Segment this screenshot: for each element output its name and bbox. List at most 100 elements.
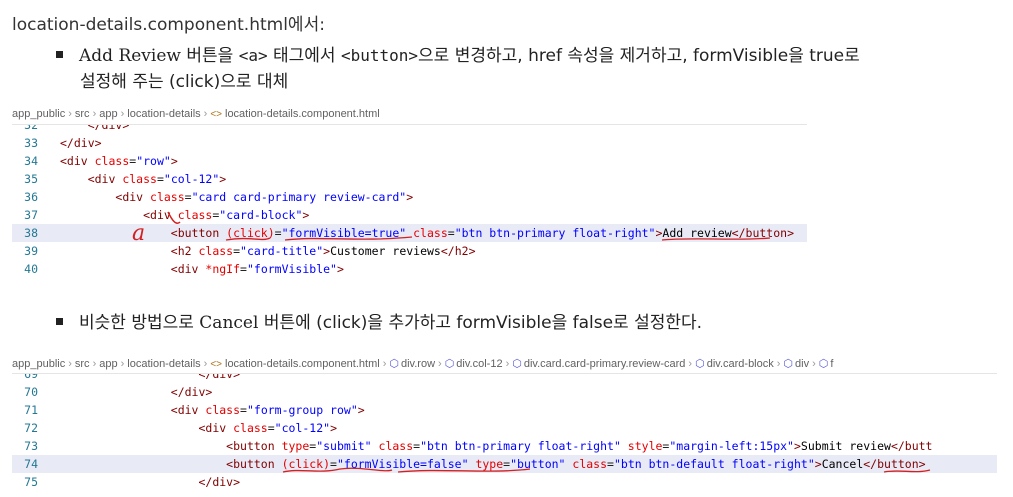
- breadcrumb-separator: ›: [120, 108, 125, 120]
- breadcrumb-item[interactable]: location-details.component.html: [225, 358, 380, 370]
- bullet1-line2: 설정해 주는 (click)으로 대체: [80, 72, 289, 92]
- code-text: <button (click)="formVisible=true" class…: [170, 226, 794, 240]
- element-icon: ⬡: [512, 358, 522, 370]
- code-text: <div class="col-12">: [198, 421, 337, 435]
- code-line[interactable]: 32 </div>: [12, 125, 807, 134]
- bullet2-text-1: 비슷한 방법으로: [79, 313, 200, 333]
- breadcrumb-item[interactable]: div.row: [401, 358, 435, 370]
- code-text: <div class="card-block">: [143, 208, 310, 222]
- code-text: </div>: [60, 136, 102, 150]
- breadcrumb-item[interactable]: src: [75, 358, 90, 370]
- code-line[interactable]: 36 <div class="card card-primary review-…: [12, 188, 807, 206]
- html-file-icon: <>: [210, 359, 222, 370]
- breadcrumb-separator: ›: [688, 358, 693, 370]
- code-text: <div class="form-group row">: [170, 403, 365, 417]
- breadcrumb-separator: ›: [203, 358, 208, 370]
- add-review-term: Add Review: [79, 46, 181, 66]
- breadcrumb-separator: ›: [812, 358, 816, 370]
- breadcrumb-item[interactable]: location-details.component.html: [225, 108, 380, 120]
- breadcrumb-item[interactable]: app: [99, 108, 117, 120]
- code-line[interactable]: 35 <div class="col-12">: [12, 170, 807, 188]
- bullet1-text-3: 으로 변경하고, href 속성을 제거하고, formVisible을 tru…: [418, 46, 860, 66]
- element-icon: ⬡: [783, 358, 794, 370]
- code-text: <button type="submit" class="btn btn-pri…: [226, 439, 933, 453]
- code-text: <button (click)="formVisible=false" type…: [226, 457, 926, 471]
- code-line[interactable]: 73 <button type="submit" class="btn btn-…: [12, 437, 997, 455]
- line-number: 36: [24, 190, 38, 204]
- breadcrumb-separator: ›: [203, 108, 208, 120]
- button-tag-code: <button>: [340, 46, 419, 65]
- breadcrumb-item[interactable]: app_public: [12, 108, 65, 120]
- line-number: 71: [24, 403, 38, 417]
- code-line[interactable]: 39 <h2 class="card-title">Customer revie…: [12, 242, 807, 260]
- code-text: </div>: [198, 374, 241, 381]
- breadcrumb-item[interactable]: app: [99, 358, 117, 370]
- code-line[interactable]: 69 </div>: [12, 374, 997, 383]
- line-number: 70: [24, 385, 38, 399]
- code-line[interactable]: 71 <div class="form-group row">: [12, 401, 997, 419]
- code-text: <h2 class="card-title">Customer reviews<…: [170, 244, 476, 258]
- code-text: </div>: [170, 385, 213, 399]
- code-line[interactable]: 74 <button (click)="formVisible=false" t…: [12, 455, 997, 473]
- breadcrumb-separator: ›: [92, 108, 97, 120]
- line-number: 37: [24, 208, 38, 222]
- code-line[interactable]: 37 <div class="card-block">: [12, 206, 807, 224]
- html-file-icon: <>: [210, 109, 222, 120]
- breadcrumb-item[interactable]: location-details: [127, 358, 200, 370]
- breadcrumb-separator: ›: [505, 358, 510, 370]
- breadcrumb-item[interactable]: f: [830, 358, 833, 370]
- line-number: 74: [24, 457, 38, 471]
- code-line[interactable]: 34 <div class="row">: [12, 152, 807, 170]
- breadcrumb-separator: ›: [382, 358, 387, 370]
- breadcrumb-item[interactable]: app_public: [12, 358, 65, 370]
- breadcrumb-separator: ›: [68, 108, 72, 120]
- square-bullet-icon: [56, 317, 63, 325]
- line-number: 75: [24, 475, 38, 489]
- breadcrumb-separator: ›: [776, 358, 781, 370]
- breadcrumb-item[interactable]: div.col-12: [456, 358, 502, 370]
- bullet2-text-2: 버튼에 (click)을 추가하고 formVisible을 false로 설정…: [258, 313, 703, 333]
- code-editor-2: 69 </div> 70 </div> 71 <div class="form-gr…: [12, 373, 997, 492]
- breadcrumb-item[interactable]: div.card-block: [707, 358, 774, 370]
- breadcrumb-item[interactable]: div: [795, 358, 809, 370]
- code-line[interactable]: 70 </div>: [12, 383, 997, 401]
- line-number: 39: [24, 244, 38, 258]
- line-number: 34: [24, 154, 38, 168]
- bullet1-text-2: 태그에서: [267, 46, 341, 66]
- cancel-term: Cancel: [199, 313, 259, 333]
- line-number: 40: [24, 262, 38, 276]
- breadcrumb-item[interactable]: div.card.card-primary.review-card: [524, 358, 686, 370]
- element-icon: ⬡: [695, 358, 705, 370]
- bullet-cancel: 비슷한 방법으로 Cancel 버튼에 (click)을 추가하고 formVi…: [56, 310, 702, 336]
- line-number: 35: [24, 172, 38, 186]
- code-line[interactable]: 72 <div class="col-12">: [12, 419, 997, 437]
- element-icon: ⬡: [389, 358, 399, 370]
- bullet-add-review: Add Review 버튼을 <a> 태그에서 <button>으로 변경하고,…: [56, 43, 996, 95]
- breadcrumb-separator: ›: [438, 358, 442, 370]
- line-number: 69: [24, 374, 38, 381]
- code-text: </div>: [87, 125, 130, 132]
- breadcrumb-separator: ›: [120, 358, 125, 370]
- code-line[interactable]: 40 <div *ngIf="formVisible">: [12, 260, 807, 278]
- a-tag-code: <a>: [238, 46, 268, 65]
- element-icon: ⬡: [818, 358, 829, 370]
- code-editor-1: 32 </div> 33 </div> 34 <div class="row"> 35 <…: [12, 124, 807, 278]
- bullet1-text-1: 버튼을: [180, 46, 239, 66]
- code-line[interactable]: 75 </div>: [12, 473, 997, 491]
- breadcrumb-item[interactable]: location-details: [127, 108, 200, 120]
- breadcrumb-separator: ›: [68, 358, 72, 370]
- breadcrumb-separator: ›: [92, 358, 97, 370]
- breadcrumb-item[interactable]: src: [75, 108, 90, 120]
- line-number: 32: [24, 125, 38, 132]
- section-heading: location-details.component.html에서:: [12, 15, 325, 35]
- line-number: 38: [24, 226, 38, 240]
- line-number: 73: [24, 439, 38, 453]
- square-bullet-icon: [56, 50, 63, 58]
- code-line[interactable]: 33 </div>: [12, 134, 807, 152]
- element-icon: ⬡: [444, 358, 455, 370]
- code-line[interactable]: 38 <button (click)="formVisible=true" cl…: [12, 224, 807, 242]
- code-text: </div>: [198, 475, 241, 489]
- code-text: <div class="row">: [60, 154, 178, 168]
- line-number: 72: [24, 421, 38, 435]
- code-text: <div class="col-12">: [87, 172, 227, 186]
